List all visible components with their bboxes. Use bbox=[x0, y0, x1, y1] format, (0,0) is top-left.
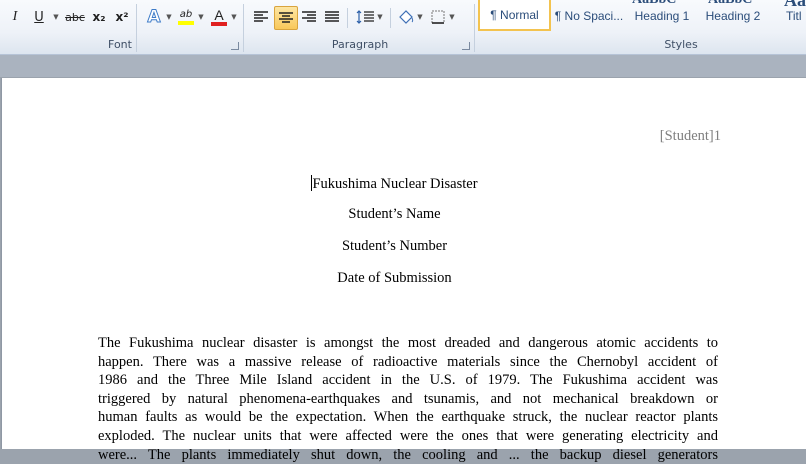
workspace-background bbox=[0, 55, 806, 77]
paragraph-group-label: Paragraph bbox=[331, 38, 389, 51]
strikethrough-button[interactable]: abc bbox=[63, 6, 87, 28]
paragraph-line: happen. There was a massive release of r… bbox=[98, 353, 718, 370]
ribbon-separator bbox=[390, 8, 391, 28]
font-dialog-launcher-icon[interactable] bbox=[231, 42, 239, 50]
text-effects-dropdown-icon[interactable]: ▼ bbox=[165, 6, 173, 28]
align-left-icon bbox=[254, 11, 268, 22]
body-paragraph[interactable]: The Fukushima nuclear disaster is amongs… bbox=[98, 334, 718, 464]
underline-button[interactable]: U bbox=[28, 6, 50, 28]
paint-bucket-icon bbox=[399, 10, 414, 24]
styles-group-label: Styles bbox=[664, 38, 698, 51]
doc-title-line[interactable]: Fukushima Nuclear Disaster bbox=[2, 175, 787, 193]
ribbon: I U ▼ abc x₂ x² A ▼ ab ▼ A ▼ Font ▼ ▼ ▼ … bbox=[0, 0, 806, 55]
highlight-color-bar bbox=[178, 21, 194, 25]
style-title[interactable]: Titl bbox=[786, 0, 806, 31]
font-color-button[interactable]: A bbox=[209, 6, 229, 28]
align-center-button[interactable] bbox=[274, 6, 298, 30]
ribbon-separator bbox=[474, 4, 475, 52]
paragraph-line: were... The plants immediately shut down… bbox=[98, 446, 718, 463]
style-no-spacing-label: ¶ No Spaci... bbox=[554, 8, 624, 23]
align-right-icon bbox=[302, 11, 316, 22]
paragraph-line: The Fukushima nuclear disaster is amongs… bbox=[98, 335, 718, 351]
style-heading-1-label: Heading 1 bbox=[634, 8, 690, 23]
style-heading-1[interactable]: Heading 1 bbox=[627, 0, 697, 31]
superscript-label: x² bbox=[115, 10, 129, 24]
strikethrough-label: abc bbox=[65, 10, 85, 24]
style-no-spacing[interactable]: ¶ No Spaci... bbox=[553, 0, 625, 31]
justify-button[interactable] bbox=[322, 6, 342, 28]
borders-dropdown-icon[interactable]: ▼ bbox=[448, 6, 456, 28]
paragraph-dialog-launcher-icon[interactable] bbox=[462, 42, 470, 50]
ribbon-separator bbox=[347, 8, 348, 28]
subscript-button[interactable]: x₂ bbox=[89, 6, 109, 28]
submission-date-line[interactable]: Date of Submission bbox=[2, 270, 787, 287]
document-page[interactable]: [Student]1 Fukushima Nuclear Disaster St… bbox=[1, 78, 806, 463]
style-heading-2-label: Heading 2 bbox=[705, 8, 761, 23]
doc-title-text: Fukushima Nuclear Disaster bbox=[312, 176, 478, 192]
font-color-bar bbox=[211, 22, 227, 26]
line-spacing-dropdown-icon[interactable]: ▼ bbox=[376, 6, 384, 28]
ribbon-separator bbox=[243, 4, 244, 52]
style-title-label: Titl bbox=[786, 8, 802, 23]
style-normal[interactable]: ¶ Normal bbox=[478, 0, 551, 31]
style-heading-2[interactable]: Heading 2 bbox=[699, 0, 767, 31]
underline-dropdown-icon[interactable]: ▼ bbox=[52, 6, 60, 28]
borders-icon bbox=[431, 10, 445, 24]
shading-dropdown-icon[interactable]: ▼ bbox=[416, 6, 424, 28]
style-normal-label: ¶ Normal bbox=[490, 7, 539, 22]
align-right-button[interactable] bbox=[299, 6, 319, 28]
subscript-label: x₂ bbox=[92, 10, 106, 24]
line-spacing-icon bbox=[356, 10, 374, 24]
text-effects-icon: A bbox=[147, 7, 161, 28]
highlight-icon: ab bbox=[179, 9, 193, 20]
student-name-line[interactable]: Student’s Name bbox=[2, 206, 787, 223]
highlight-dropdown-icon[interactable]: ▼ bbox=[197, 6, 205, 28]
shading-button[interactable] bbox=[396, 6, 416, 28]
student-number-line[interactable]: Student’s Number bbox=[2, 238, 787, 255]
font-color-dropdown-icon[interactable]: ▼ bbox=[230, 6, 238, 28]
superscript-button[interactable]: x² bbox=[112, 6, 132, 28]
highlight-button[interactable]: ab bbox=[175, 6, 197, 28]
line-spacing-button[interactable] bbox=[354, 6, 376, 28]
paragraph-line: exploded. The nuclear units that were af… bbox=[98, 427, 718, 444]
paragraph-line: 1986 and the Three Mile Island accident … bbox=[98, 372, 718, 389]
paragraph-line: triggered by natural phenomena-earthquak… bbox=[98, 390, 718, 407]
italic-button[interactable]: I bbox=[6, 6, 24, 28]
underline-label: U bbox=[34, 9, 44, 25]
paragraph-line: human faults as would be the expectation… bbox=[98, 409, 718, 426]
italic-label: I bbox=[12, 9, 18, 24]
borders-button[interactable] bbox=[428, 6, 448, 28]
align-left-button[interactable] bbox=[251, 6, 271, 28]
font-color-icon: A bbox=[214, 7, 224, 23]
font-group-label: Font bbox=[108, 38, 132, 51]
justify-icon bbox=[325, 11, 339, 22]
page-header[interactable]: [Student]1 bbox=[660, 128, 721, 145]
text-effects-button[interactable]: A bbox=[143, 6, 165, 28]
align-center-icon bbox=[279, 12, 293, 23]
